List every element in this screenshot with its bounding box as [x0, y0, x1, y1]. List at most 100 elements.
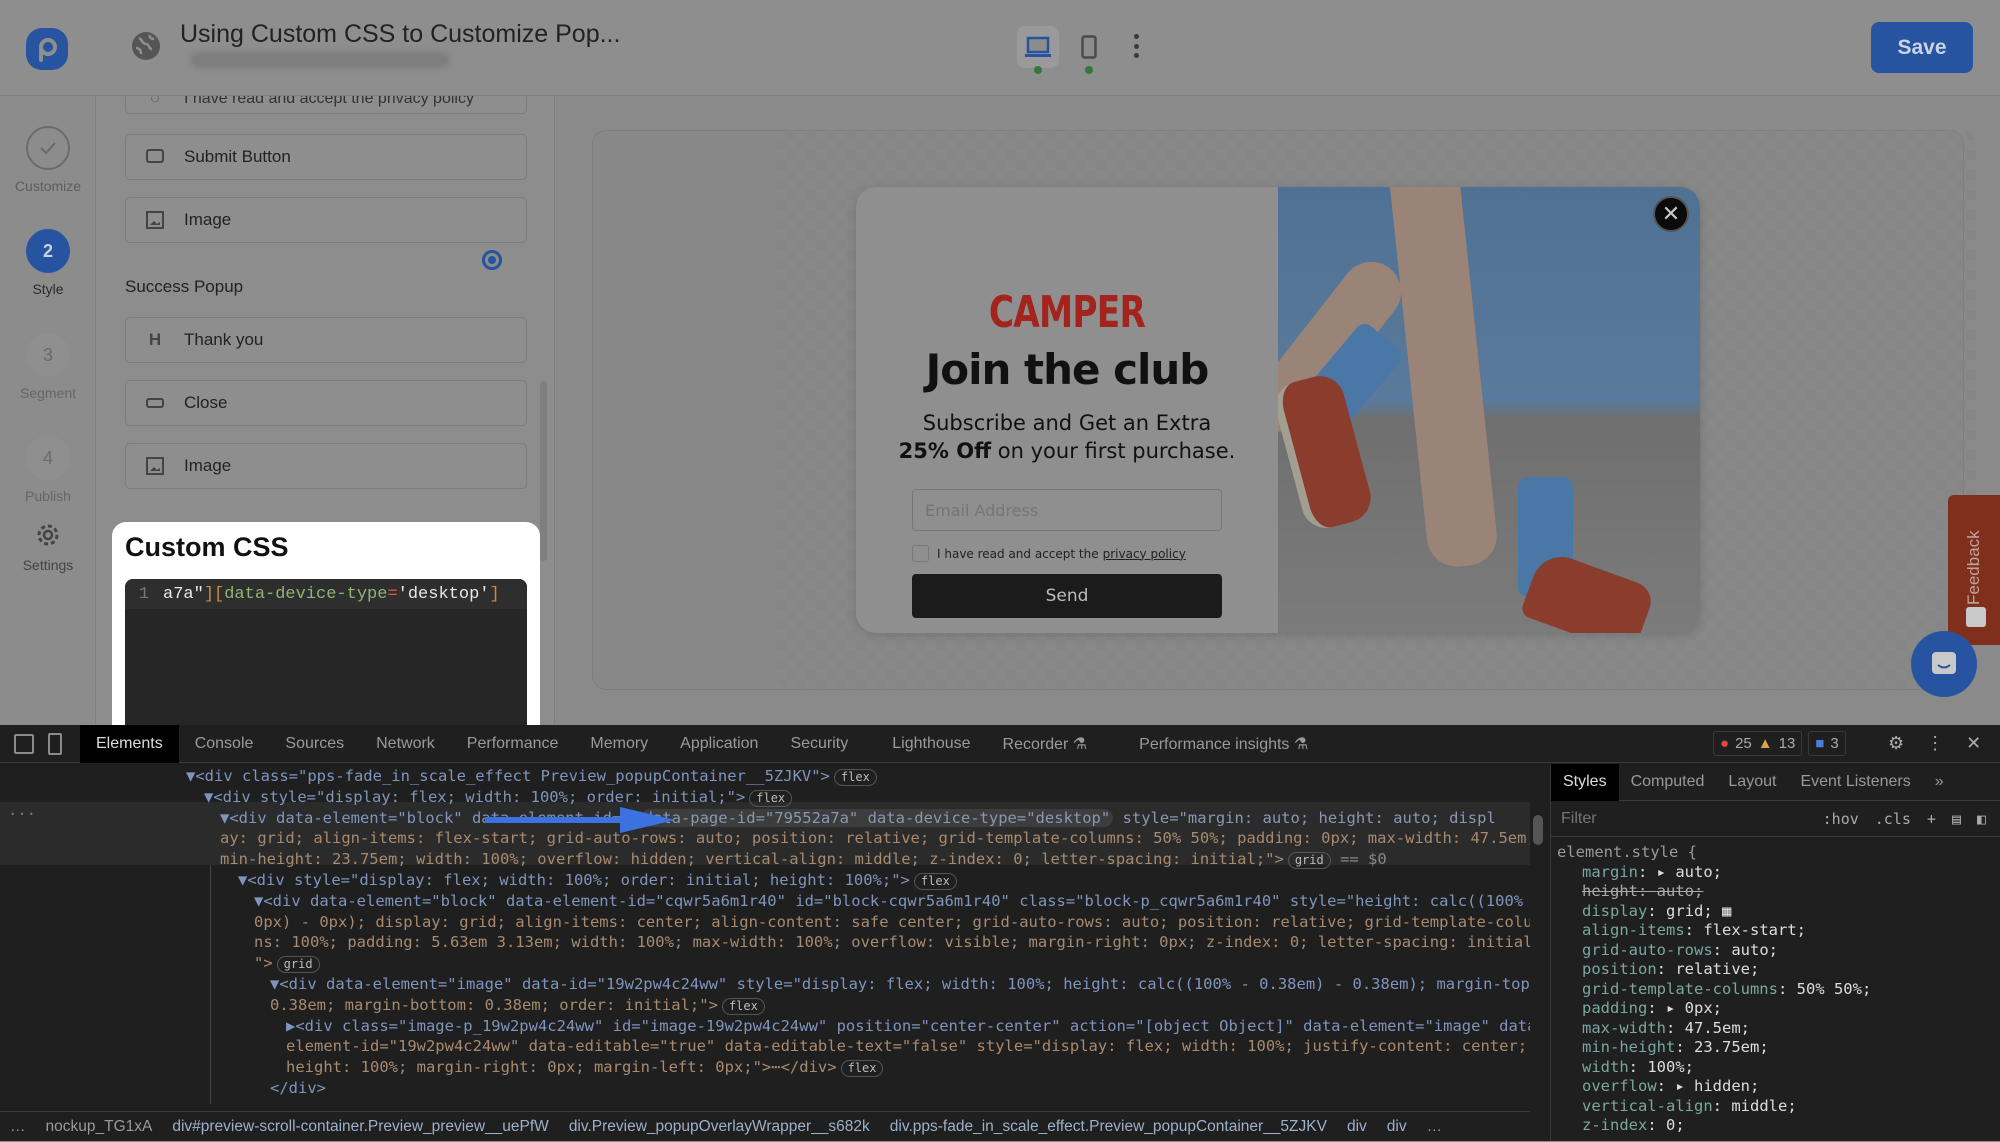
layout-badge[interactable]: grid: [1287, 852, 1331, 870]
css-property[interactable]: min-height: 23.75em;: [1557, 1038, 1994, 1058]
app-logo-icon[interactable]: [24, 26, 70, 72]
settings-button[interactable]: Settings: [0, 520, 96, 573]
privacy-policy-link[interactable]: privacy policy: [1103, 547, 1186, 561]
css-property[interactable]: position: relative;: [1557, 960, 1994, 980]
more-options-icon[interactable]: [1132, 34, 1140, 58]
devtools-tab-performance[interactable]: Performance: [451, 725, 575, 763]
breadcrumb-item[interactable]: div: [1337, 1118, 1377, 1136]
css-property[interactable]: width: 100%;: [1557, 1058, 1994, 1078]
layout-badge[interactable]: flex: [749, 789, 793, 807]
class-toggle[interactable]: .cls: [1875, 810, 1911, 828]
css-property[interactable]: z-index: 0;: [1557, 1116, 1994, 1136]
css-property[interactable]: height: auto;: [1557, 882, 1994, 902]
send-button[interactable]: Send: [912, 574, 1222, 618]
dom-node-line[interactable]: ▼<div class="pps-fade_in_scale_effect Pr…: [186, 766, 877, 787]
hover-state-toggle[interactable]: :hov: [1823, 810, 1859, 828]
email-input[interactable]: [912, 489, 1222, 531]
popup-title[interactable]: Using Custom CSS to Customize Pop...: [180, 20, 620, 49]
devtools-tab-memory[interactable]: Memory: [574, 725, 664, 763]
popup-preview[interactable]: CAMPER Join the club Subscribe and Get a…: [856, 187, 1700, 633]
issue-badges[interactable]: ● 25 ▲ 13 ■ 3: [1713, 731, 1846, 756]
breadcrumb-item[interactable]: nockup_TG1xA: [36, 1118, 163, 1136]
devtools-tab-network[interactable]: Network: [360, 725, 451, 763]
css-property[interactable]: grid-auto-rows: auto;: [1557, 941, 1994, 961]
code-line[interactable]: 1 a7a"][data-device-type='desktop']: [125, 579, 527, 609]
css-property[interactable]: overflow: ▸ hidden;: [1557, 1077, 1994, 1097]
devtools-tab-recorder[interactable]: Recorder ⚗: [987, 725, 1104, 763]
css-property[interactable]: padding: ▸ 0px;: [1557, 999, 1994, 1019]
dom-node-line[interactable]: 0px) - 0px); display: grid; align-items:…: [254, 912, 1530, 933]
devtools-tab-performance-insights[interactable]: Performance insights ⚗: [1123, 725, 1324, 763]
devtools-tab-application[interactable]: Application: [664, 725, 774, 763]
dom-node-line[interactable]: element-id="19w2pw4c24ww" data-editable=…: [286, 1036, 1527, 1057]
layout-badge[interactable]: flex: [721, 997, 765, 1015]
breadcrumb-item[interactable]: div.Preview_popupOverlayWrapper__s682k: [559, 1118, 880, 1136]
css-property[interactable]: vertical-align: middle;: [1557, 1097, 1994, 1117]
close-devtools-icon[interactable]: ✕: [1966, 733, 1981, 754]
breadcrumb-item[interactable]: div.pps-fade_in_scale_effect.Preview_pop…: [880, 1118, 1337, 1136]
layout-badge[interactable]: flex: [833, 769, 877, 786]
dom-node-line[interactable]: min-height: 23.75em; width: 100%; overfl…: [220, 849, 1387, 870]
styles-tab-computed[interactable]: Computed: [1619, 764, 1717, 801]
style-rules[interactable]: element.style { margin: ▸ auto; height: a…: [1551, 837, 2000, 1142]
new-rule-button[interactable]: +: [1927, 810, 1936, 828]
paint-brush-icon[interactable]: ▤: [1952, 810, 1961, 828]
devtools-tab-sources[interactable]: Sources: [269, 725, 360, 763]
css-property[interactable]: align-items: flex-start;: [1557, 921, 1994, 941]
dom-node-line[interactable]: ▶<div class="image-p_19w2pw4c24ww" id="i…: [286, 1016, 1530, 1037]
step-segment[interactable]: 3 Segment: [0, 333, 96, 401]
dom-node-line[interactable]: ay: grid; align-items: flex-start; grid-…: [220, 828, 1530, 849]
save-button[interactable]: Save: [1871, 22, 1973, 73]
devtools-tab-console[interactable]: Console: [179, 725, 270, 763]
dom-node-line[interactable]: ▼<div data-element="image" data-id="19w2…: [270, 974, 1530, 995]
node-menu-ellipsis[interactable]: ···: [8, 804, 36, 825]
step-customize[interactable]: Customize: [0, 126, 96, 194]
breadcrumb-item[interactable]: div: [1377, 1118, 1417, 1136]
panel-item-image[interactable]: Image: [125, 197, 527, 243]
selection-indicator[interactable]: [482, 250, 502, 270]
styles-tab-styles[interactable]: Styles: [1551, 763, 1619, 801]
desktop-preview-button[interactable]: [1017, 26, 1059, 68]
dom-node-line[interactable]: ▼<div data-element="block" data-element-…: [220, 808, 1496, 829]
dom-node-line[interactable]: height: 100%; margin-right: 0px; margin-…: [286, 1057, 884, 1078]
consent-checkbox[interactable]: [912, 545, 929, 562]
panel-scrollbar[interactable]: [540, 381, 547, 561]
elements-tree[interactable]: ··· ▼<div class="pps-fade_in_scale_effec…: [0, 764, 1530, 1104]
inspect-element-icon[interactable]: [14, 733, 34, 754]
css-property[interactable]: max-width: 47.5em;: [1557, 1019, 1994, 1039]
dom-node-line[interactable]: "> grid: [254, 953, 320, 974]
popup-close-button[interactable]: ✕: [1653, 196, 1689, 232]
styles-tab-event-listeners[interactable]: Event Listeners: [1788, 764, 1922, 801]
breadcrumb-item[interactable]: …: [1417, 1118, 1453, 1136]
more-menu-icon[interactable]: ⋮: [1926, 733, 1944, 754]
layout-badge[interactable]: flex: [913, 873, 957, 890]
elements-scrollbar[interactable]: [1533, 815, 1543, 845]
styles-tab-more[interactable]: »: [1923, 764, 1956, 801]
layout-badge[interactable]: grid: [276, 956, 320, 974]
styles-tab-layout[interactable]: Layout: [1716, 764, 1788, 801]
chat-widget-button[interactable]: [1911, 631, 1977, 697]
panel-item-submit-button[interactable]: Submit Button: [125, 134, 527, 180]
breadcrumb-item[interactable]: …: [0, 1118, 36, 1136]
panel-item-close[interactable]: Close: [125, 380, 527, 426]
dom-node-line[interactable]: </div>: [270, 1078, 326, 1099]
css-property[interactable]: display: grid; ▦: [1557, 902, 1994, 922]
step-style[interactable]: 2 Style: [0, 229, 96, 297]
devtools-tab-security[interactable]: Security: [774, 725, 864, 763]
dom-node-line[interactable]: ▼<div style="display: flex; width: 100%;…: [238, 870, 957, 891]
dom-node-line[interactable]: ▼<div data-element="block" data-element-…: [254, 891, 1530, 912]
device-toolbar-icon[interactable]: [48, 732, 62, 755]
dom-node-line[interactable]: ns: 100%; padding: 5.63em 3.13em; width:…: [254, 932, 1530, 953]
panel-item-image[interactable]: Image: [125, 443, 527, 489]
panel-item-thank-you[interactable]: H Thank you: [125, 317, 527, 363]
devtools-tab-elements[interactable]: Elements: [80, 724, 179, 763]
dom-node-line[interactable]: 0.38em; margin-bottom: 0.38em; order: in…: [270, 995, 765, 1016]
css-property[interactable]: grid-template-columns: 50% 50%;: [1557, 980, 1994, 1000]
mobile-preview-button[interactable]: [1068, 26, 1110, 68]
feedback-tab[interactable]: Feedback: [1948, 495, 2000, 645]
dom-node-line[interactable]: ▼<div style="display: flex; width: 100%;…: [204, 787, 793, 808]
css-property[interactable]: margin: ▸ auto;: [1557, 863, 1994, 883]
step-publish[interactable]: 4 Publish: [0, 436, 96, 504]
breadcrumb-item[interactable]: div#preview-scroll-container.Preview_pre…: [162, 1118, 558, 1136]
panel-item-privacy-policy[interactable]: ◌ I have read and accept the privacy pol…: [125, 96, 527, 114]
